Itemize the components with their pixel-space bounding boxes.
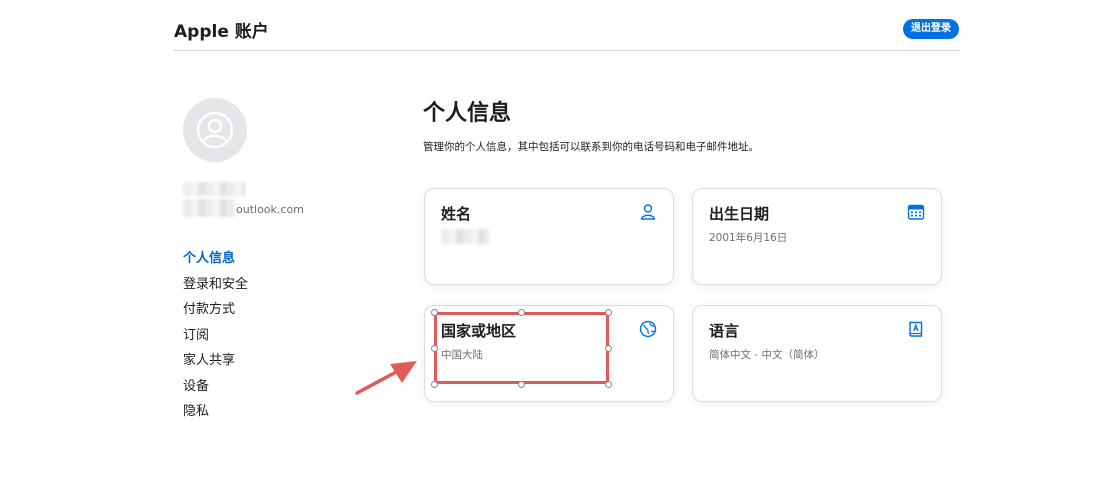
- app-title: Apple 账户: [174, 22, 269, 42]
- person-icon: [640, 204, 656, 220]
- sidebar-nav: 个人信息 登录和安全 付款方式 订阅 家人共享 设备 隐私: [183, 249, 248, 428]
- globe-icon: [639, 320, 657, 338]
- sidebar-item-personal-info[interactable]: 个人信息: [183, 249, 248, 275]
- email-suffix: outlook.com: [236, 203, 304, 216]
- redacted-email-prefix: [183, 199, 235, 217]
- redacted-name-value: [441, 229, 489, 244]
- redacted-name: [183, 182, 245, 196]
- sidebar-item-family-sharing[interactable]: 家人共享: [183, 351, 248, 377]
- calendar-icon: [907, 204, 925, 220]
- card-value: 简体中文 - 中文（简体）: [709, 349, 825, 361]
- card-value: 2001年6月16日: [709, 232, 788, 244]
- card-title: 语言: [709, 322, 740, 340]
- sidebar-item-devices[interactable]: 设备: [183, 377, 248, 403]
- user-silhouette-icon: [196, 111, 234, 149]
- page-title: 个人信息: [423, 101, 512, 126]
- language-card[interactable]: 语言 简体中文 - 中文（简体）: [692, 305, 942, 402]
- annotation-arrow-icon: [355, 361, 417, 395]
- annotation-handle: [518, 381, 525, 388]
- annotation-handle: [605, 381, 612, 388]
- sidebar-item-subscriptions[interactable]: 订阅: [183, 326, 248, 352]
- annotation-highlight-box: [434, 312, 609, 384]
- annotation-handle: [605, 309, 612, 316]
- annotation-handle: [431, 309, 438, 316]
- book-icon: [909, 321, 923, 337]
- sign-out-button[interactable]: 退出登录: [903, 19, 959, 39]
- card-title: 出生日期: [709, 205, 770, 223]
- card-title: 姓名: [441, 205, 472, 223]
- name-card[interactable]: 姓名: [424, 188, 674, 285]
- annotation-handle: [431, 381, 438, 388]
- birthday-card[interactable]: 出生日期 2001年6月16日: [692, 188, 942, 285]
- page-description: 管理你的个人信息，其中包括可以联系到你的电话号码和电子邮件地址。: [423, 141, 759, 153]
- sidebar-item-privacy[interactable]: 隐私: [183, 402, 248, 428]
- avatar[interactable]: [183, 98, 247, 162]
- top-bar: Apple 账户 退出登录: [174, 0, 959, 51]
- sidebar-item-sign-in-security[interactable]: 登录和安全: [183, 275, 248, 301]
- sidebar-item-payment[interactable]: 付款方式: [183, 300, 248, 326]
- annotation-handle: [431, 345, 438, 352]
- annotation-handle: [518, 309, 525, 316]
- annotation-handle: [605, 345, 612, 352]
